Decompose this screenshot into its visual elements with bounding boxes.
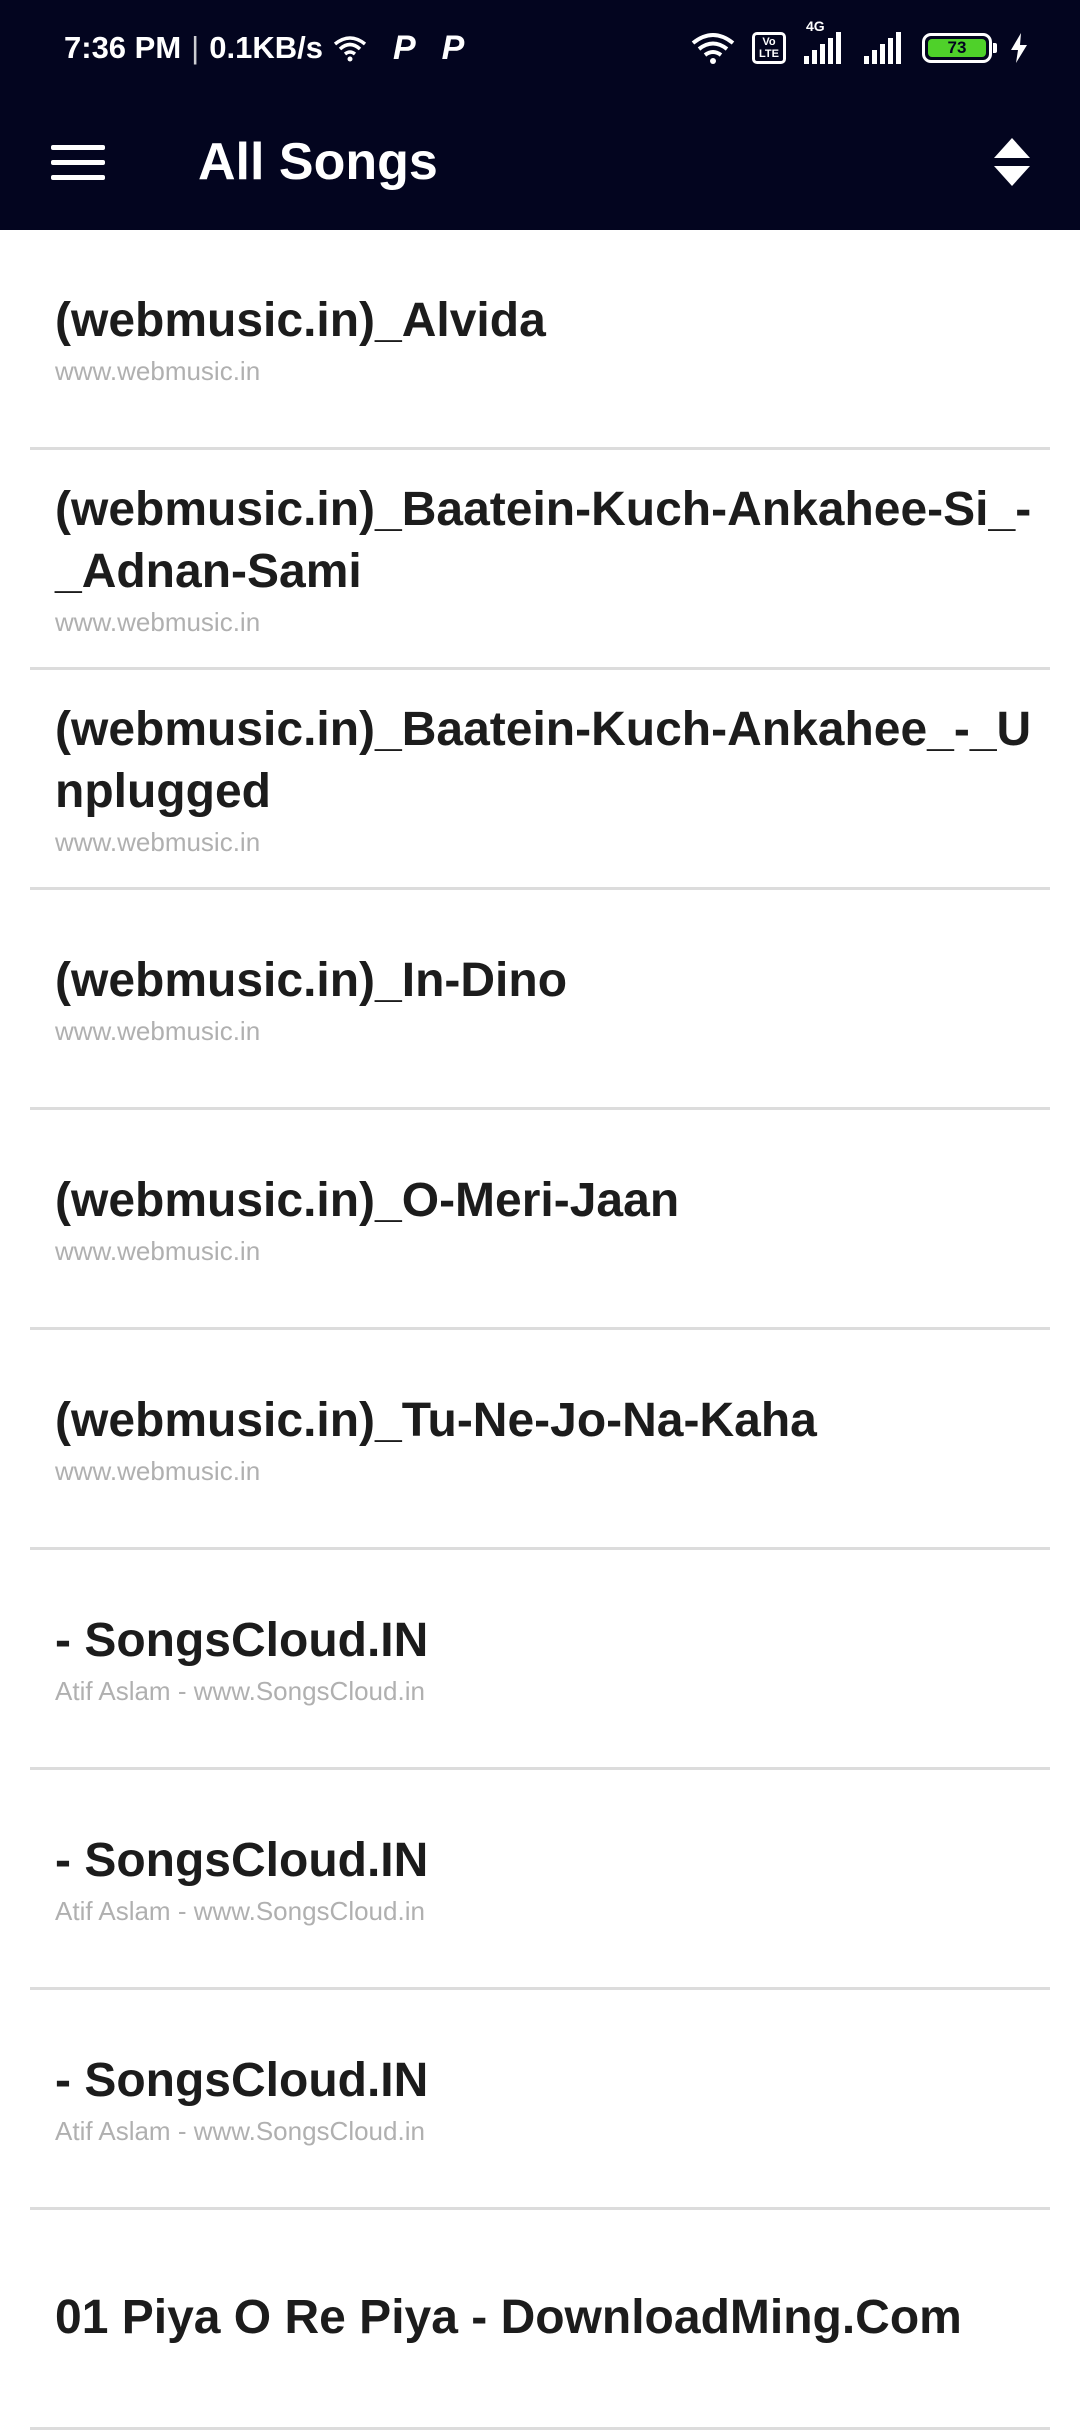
song-title: 01 Piya O Re Piya - DownloadMing.Com — [55, 2290, 962, 2344]
song-subtitle: Atif Aslam - www.SongsCloud.in — [55, 1675, 425, 1706]
status-left: 7:36 PM | 0.1KB/s P P — [64, 26, 464, 70]
list-item[interactable]: - SongsCloud.IN Atif Aslam - www.SongsCl… — [30, 1550, 1050, 1770]
status-right: Vo LTE 4G 73 — [690, 18, 1030, 70]
song-subtitle: Atif Aslam - www.SongsCloud.in — [55, 1895, 425, 1926]
volte-icon: Vo LTE — [752, 32, 786, 64]
list-item[interactable]: (webmusic.in)_Baatein-Kuch-Ankahee_-_Unp… — [30, 670, 1050, 890]
song-title: - SongsCloud.IN — [55, 1833, 429, 1887]
status-bar: 7:36 PM | 0.1KB/s P P Vo LTE 4G 73 — [0, 0, 1080, 96]
signal-icon: 4G — [802, 18, 846, 64]
song-subtitle: www.webmusic.in — [55, 1235, 261, 1266]
song-title: (webmusic.in)_Baatein-Kuch-Ankahee-Si_-_… — [55, 482, 1032, 598]
list-item[interactable]: - SongsCloud.IN Atif Aslam - www.SongsCl… — [30, 1990, 1050, 2210]
status-separator: | — [191, 30, 200, 65]
wifi-icon — [691, 33, 735, 64]
p-icon: P — [441, 28, 465, 67]
charging-icon — [1011, 33, 1027, 63]
battery-icon: 73 — [922, 33, 997, 63]
wifi-icon — [333, 36, 367, 62]
battery-level: 73 — [928, 39, 986, 57]
list-item[interactable]: (webmusic.in)_Baatein-Kuch-Ankahee-Si_-_… — [30, 450, 1050, 670]
signal-icon — [864, 32, 901, 64]
list-item[interactable]: 01 Piya O Re Piya - DownloadMing.Com — [30, 2210, 1050, 2430]
song-title: (webmusic.in)_Baatein-Kuch-Ankahee_-_Unp… — [55, 702, 1032, 818]
list-item[interactable]: - SongsCloud.IN Atif Aslam - www.SongsCl… — [30, 1770, 1050, 1990]
toolbar: All Songs — [0, 96, 1080, 230]
hamburger-menu-icon[interactable] — [40, 124, 116, 200]
song-title: - SongsCloud.IN — [55, 1613, 429, 1667]
sort-icon[interactable] — [972, 122, 1052, 202]
song-subtitle: www.webmusic.in — [55, 606, 261, 637]
status-network-speed: 0.1KB/s — [209, 30, 323, 65]
song-title: (webmusic.in)_O-Meri-Jaan — [55, 1173, 680, 1227]
song-subtitle: www.webmusic.in — [55, 826, 261, 857]
list-item[interactable]: (webmusic.in)_In-Dino www.webmusic.in — [30, 890, 1050, 1110]
list-item[interactable]: (webmusic.in)_Tu-Ne-Jo-Na-Kaha www.webmu… — [30, 1330, 1050, 1550]
song-subtitle: www.webmusic.in — [55, 355, 261, 386]
list-item[interactable]: (webmusic.in)_Alvida www.webmusic.in — [30, 230, 1050, 450]
status-time: 7:36 PM — [64, 30, 182, 65]
song-subtitle: www.webmusic.in — [55, 1015, 261, 1046]
song-title: (webmusic.in)_Alvida — [55, 293, 546, 347]
list-item[interactable]: (webmusic.in)_O-Meri-Jaan www.webmusic.i… — [30, 1110, 1050, 1330]
song-title: (webmusic.in)_In-Dino — [55, 953, 568, 1007]
network-type: 4G — [806, 18, 825, 34]
song-title: - SongsCloud.IN — [55, 2053, 429, 2107]
p-icon: P — [392, 28, 416, 67]
app-header: 7:36 PM | 0.1KB/s P P Vo LTE 4G 73 All S… — [0, 0, 1080, 230]
song-list: (webmusic.in)_Alvida www.webmusic.in (we… — [0, 230, 1080, 2430]
song-subtitle: www.webmusic.in — [55, 1455, 261, 1486]
song-title: (webmusic.in)_Tu-Ne-Jo-Na-Kaha — [55, 1393, 817, 1447]
page-title: All Songs — [198, 133, 438, 191]
song-subtitle: Atif Aslam - www.SongsCloud.in — [55, 2115, 425, 2146]
